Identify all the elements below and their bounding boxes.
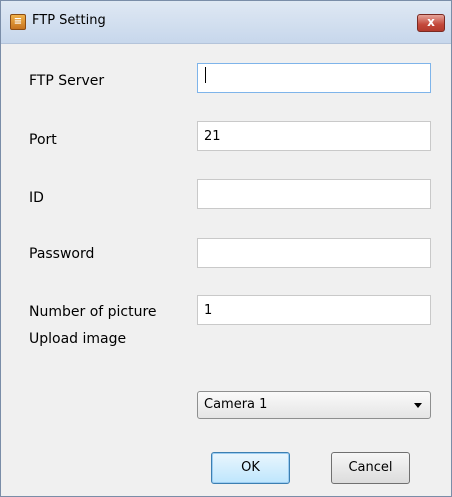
- cancel-button[interactable]: Cancel: [331, 452, 410, 484]
- password-input[interactable]: [197, 238, 431, 268]
- title-bar[interactable]: ≡ FTP Setting x: [1, 1, 451, 44]
- text-caret: [205, 67, 206, 83]
- number-of-picture-label: Number of picture: [29, 304, 157, 320]
- password-label: Password: [29, 246, 95, 262]
- upload-image-selected-value: Camera 1: [204, 397, 268, 412]
- port-label: Port: [29, 132, 57, 148]
- window-title: FTP Setting: [32, 13, 106, 28]
- chevron-down-icon: [414, 403, 422, 408]
- ftp-server-input[interactable]: [197, 63, 431, 93]
- close-button[interactable]: x: [417, 14, 445, 32]
- ftp-server-label: FTP Server: [29, 73, 105, 89]
- ftp-setting-dialog: ≡ FTP Setting x FTP Server Port ID Passw…: [0, 0, 452, 497]
- upload-image-select[interactable]: Camera 1: [197, 391, 431, 419]
- id-input[interactable]: [197, 179, 431, 209]
- number-of-picture-input[interactable]: [197, 295, 431, 325]
- port-input[interactable]: [197, 121, 431, 151]
- ftp-app-icon: ≡: [10, 14, 26, 30]
- close-icon: x: [427, 15, 435, 29]
- upload-image-label: Upload image: [29, 331, 127, 347]
- ok-button[interactable]: OK: [211, 452, 290, 484]
- id-label: ID: [29, 190, 44, 206]
